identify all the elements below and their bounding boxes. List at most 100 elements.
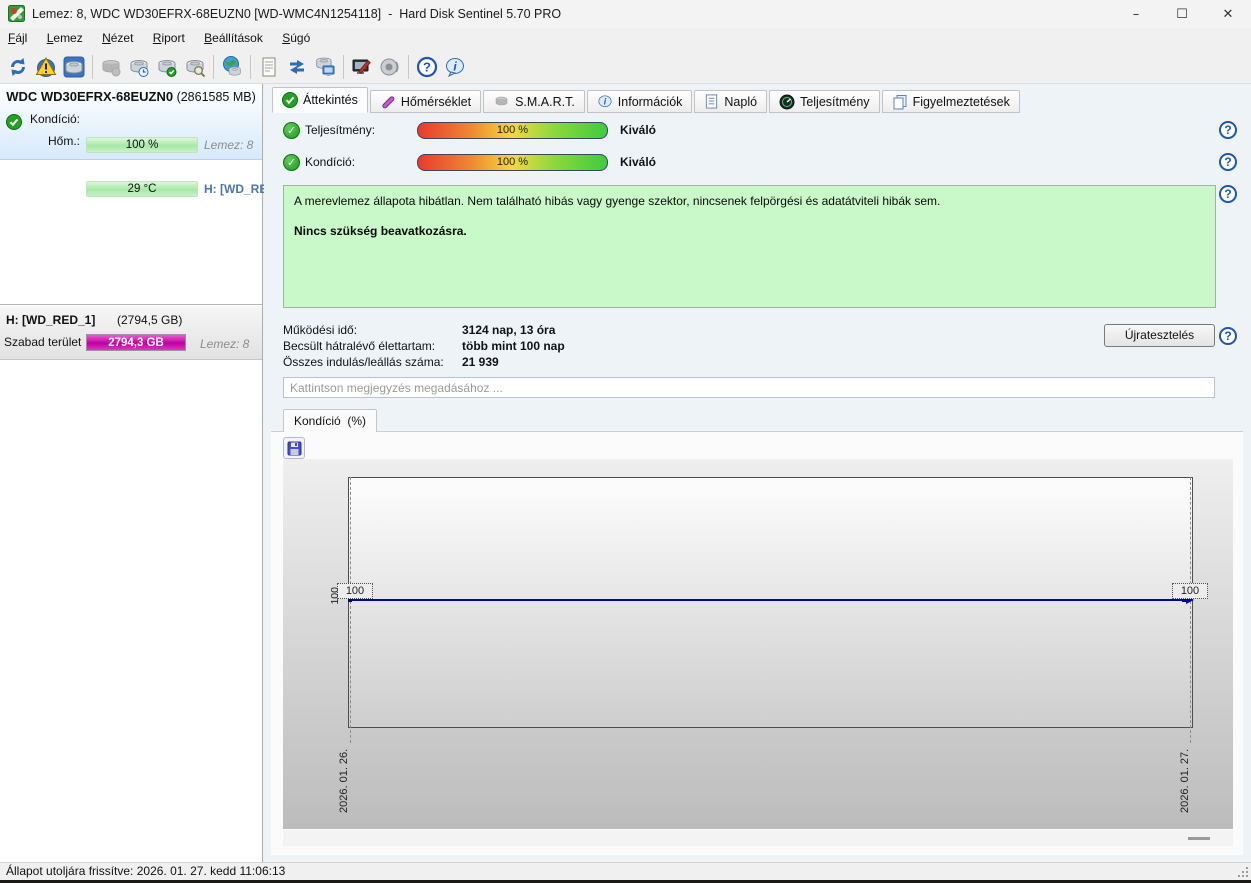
remote-disk-icon	[316, 57, 335, 76]
disk-warning-button[interactable]	[32, 53, 60, 81]
stat-row: Működési idő: 3124 nap, 13 óra	[283, 322, 1083, 338]
disk-search-button[interactable]	[181, 53, 209, 81]
sound-icon	[380, 58, 399, 75]
toolbar-separator	[343, 54, 344, 79]
condition-label: Kondíció:	[29, 112, 80, 126]
chart-plot-area	[348, 477, 1193, 728]
surface-test-button[interactable]	[348, 53, 376, 81]
report-button[interactable]	[255, 53, 283, 81]
info-button[interactable]: i	[441, 53, 469, 81]
help-icon: ?	[416, 56, 438, 77]
menu-disk[interactable]: Lemez	[39, 28, 91, 48]
chart-gridline-left	[350, 477, 351, 743]
health-status-text: A merevlemez állapota hibátlan. Nem talá…	[294, 194, 941, 208]
chart-point-label-left: 100	[337, 583, 373, 599]
chart-point-label-right: 100	[1172, 583, 1208, 599]
help-button[interactable]: ?	[413, 53, 441, 81]
menu-help[interactable]: Súgó	[274, 28, 318, 48]
disk-clock-button[interactable]	[125, 53, 153, 81]
stat-row: Összes indulás/leállás száma: 21 939	[283, 354, 1083, 370]
retest-button[interactable]: Újratesztelés	[1104, 324, 1215, 347]
minimize-button[interactable]: –	[1113, 0, 1159, 28]
comment-input[interactable]	[283, 377, 1215, 398]
disk-warning-icon	[35, 56, 57, 77]
tab-smart[interactable]: S.M.A.R.T.	[483, 90, 585, 113]
info-icon: i	[446, 57, 464, 77]
tab-performance[interactable]: Teljesítmény	[769, 90, 880, 113]
menu-report[interactable]: Riport	[145, 28, 193, 48]
condition-help-icon[interactable]: ?	[1219, 153, 1237, 171]
disk-title: WDC WD30EFRX-68EUZN0 (2861585 MB)	[0, 89, 262, 104]
temperature-bar: 29 °C	[86, 181, 198, 197]
tab-overview[interactable]: Áttekintés	[272, 87, 368, 113]
start-stop-label: Összes indulás/leállás száma:	[283, 355, 444, 369]
status-bar: Állapot utoljára frissítve: 2026. 01. 27…	[0, 862, 1251, 880]
chart-scrollbar[interactable]	[283, 830, 1233, 846]
partition-list-item[interactable]: H: [WD_RED_1] (2794,5 GB) Szabad terület…	[0, 306, 262, 360]
disk-disabled-icon	[102, 59, 121, 76]
menu-settings[interactable]: Beállítások	[196, 28, 271, 48]
performance-label: Teljesítmény:	[305, 123, 376, 137]
mail-sync-button[interactable]	[283, 53, 311, 81]
close-button[interactable]: ✕	[1205, 0, 1251, 28]
retest-help-icon[interactable]: ?	[1219, 327, 1237, 345]
condition-bar: 100 %	[417, 153, 608, 171]
remote-disk-button[interactable]	[311, 53, 339, 81]
disk-ok-button[interactable]	[153, 53, 181, 81]
chart-yaxis-label: 100	[329, 587, 341, 605]
svg-text:?: ?	[423, 59, 431, 74]
document-icon	[706, 94, 718, 109]
menu-view[interactable]: Nézet	[94, 28, 141, 48]
disk-disabled-button[interactable]	[97, 53, 125, 81]
tab-alerts[interactable]: Figyelmeztetések	[881, 90, 1020, 113]
network-globe-button[interactable]	[218, 53, 246, 81]
condition-rating: Kiváló	[620, 155, 657, 169]
chart-panel: 100 100 100 2026. 01. 26. 2026. 01. 27.	[271, 431, 1243, 855]
refresh-button[interactable]	[4, 53, 32, 81]
report-icon	[262, 57, 276, 76]
performance-help-icon[interactable]: ?	[1219, 121, 1237, 139]
health-action-text: Nincs szükség beavatkozásra.	[294, 224, 467, 238]
chart-scrollbar-handle[interactable]	[1188, 837, 1210, 840]
partition-name: H: [WD_RED_1]	[6, 313, 96, 327]
resize-grip[interactable]	[1238, 867, 1248, 877]
partition-list: H: [WD_RED_1] (2794,5 GB) Szabad terület…	[0, 306, 262, 862]
drive-icon	[495, 96, 508, 106]
condition-ok-icon: ✓	[283, 153, 300, 171]
tab-temperature[interactable]: Hőmérséklet	[369, 90, 482, 113]
performance-rating: Kiváló	[620, 123, 657, 137]
disk-view-icon	[63, 56, 85, 77]
performance-row: ✓ Teljesítmény: 100 % Kiváló	[283, 121, 656, 139]
save-chart-button[interactable]	[283, 437, 305, 459]
sound-button[interactable]	[376, 53, 404, 81]
power-on-time-value: 3124 nap, 13 óra	[462, 323, 556, 337]
tab-label: Információk	[617, 94, 683, 109]
tab-label: Figyelmeztetések	[912, 94, 1010, 109]
disk-view-button[interactable]	[60, 53, 88, 81]
title-bar: Lemez: 8, WDC WD30EFRX-68EUZN0 [WD-WMC4N…	[0, 0, 1251, 28]
disk-size: (2861585 MB)	[176, 90, 256, 104]
stat-row: Becsült hátralévő élettartam: több mint …	[283, 338, 1083, 354]
chart-line-series	[350, 599, 1186, 601]
check-icon	[282, 92, 298, 108]
chart-tab-condition[interactable]: Kondíció (%)	[283, 409, 378, 432]
condition-row: ✓ Kondíció: 100 % Kiváló	[283, 153, 656, 171]
gauge-icon	[779, 94, 795, 109]
health-help-icon[interactable]: ?	[1219, 185, 1237, 203]
pages-icon	[893, 94, 907, 109]
tab-log[interactable]: Napló	[694, 90, 768, 113]
partition-disk-ref: Lemez: 8	[200, 337, 250, 351]
start-stop-value: 21 939	[462, 355, 499, 369]
condition-history-chart: 100 100 100 2026. 01. 26. 2026. 01. 27.	[283, 459, 1233, 829]
temperature-label: Hőm.:	[47, 134, 80, 148]
maximize-button[interactable]: ☐	[1159, 0, 1205, 28]
partition-size: (2794,5 GB)	[117, 313, 183, 327]
disk-list-item[interactable]: WDC WD30EFRX-68EUZN0 (2861585 MB) Kondíc…	[0, 84, 283, 197]
tab-information[interactable]: i Információk	[586, 90, 693, 113]
free-space-label: Szabad terület	[4, 335, 82, 349]
disk-ok-icon	[158, 59, 177, 77]
tab-label: Napló	[724, 94, 758, 109]
condition-label: Kondíció:	[305, 155, 356, 169]
surface-test-icon	[352, 59, 371, 74]
menu-file[interactable]: Fájl	[0, 28, 35, 48]
